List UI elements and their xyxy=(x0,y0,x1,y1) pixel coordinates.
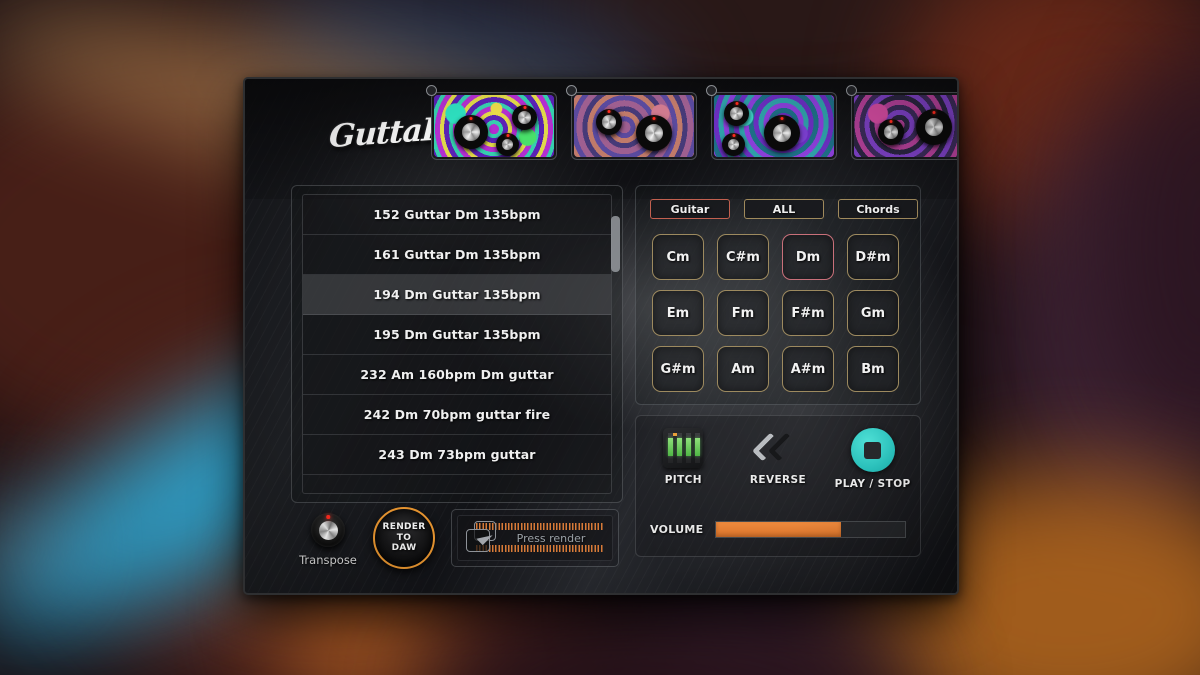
stop-square-icon xyxy=(864,441,882,459)
play-stop-icon[interactable] xyxy=(850,428,895,472)
preset-tile-3[interactable] xyxy=(706,85,837,160)
chord-button-dsharpm[interactable]: D#m xyxy=(847,234,899,280)
preset-tile-2[interactable] xyxy=(566,85,697,160)
render-line-3: DAW xyxy=(391,543,417,554)
tile-pin-icon xyxy=(846,85,857,96)
pitch-fader xyxy=(677,438,683,456)
knob-indicator-dot xyxy=(652,116,656,120)
pitch-icon[interactable] xyxy=(663,428,704,468)
tile-knob-small-1[interactable] xyxy=(512,105,537,130)
tile-knob-small-2[interactable] xyxy=(722,133,745,156)
chord-button-gsharpm[interactable]: G#m xyxy=(652,346,704,392)
chord-button-am[interactable]: Am xyxy=(717,346,769,392)
plugin-window: GuttaR 152 Guttar Dm 135bpm 161 Guttar D… xyxy=(243,77,959,595)
knob-indicator-dot xyxy=(506,134,509,138)
transport-controls: PITCH REVERSE PLAY / STOP xyxy=(636,428,920,490)
chord-button-dm[interactable]: Dm xyxy=(782,234,834,280)
list-item[interactable]: 242 Dm 70bpm guttar fire xyxy=(303,395,611,435)
preset-list-scrollbar[interactable] xyxy=(611,216,620,272)
chord-button-fsharpm[interactable]: F#m xyxy=(782,290,834,336)
tile-knob-large[interactable] xyxy=(454,115,488,149)
tile-art-pattern xyxy=(434,95,554,157)
pitch-control[interactable]: PITCH xyxy=(641,428,725,486)
pitch-fader xyxy=(668,438,674,456)
knob-indicator-dot xyxy=(607,110,611,114)
transpose-label: Transpose xyxy=(299,553,357,567)
knob-indicator-dot xyxy=(732,134,735,138)
tile-knob-small-1[interactable] xyxy=(596,109,622,135)
chord-grid: Cm C#m Dm D#m Em Fm F#m Gm G#m Am A#m Bm xyxy=(652,234,908,392)
render-to-daw-button[interactable]: RENDER TO DAW xyxy=(373,507,435,569)
preset-tile-4[interactable] xyxy=(846,85,957,160)
transpose-control[interactable]: Transpose xyxy=(293,513,363,567)
reverse-control[interactable]: REVERSE xyxy=(736,428,820,486)
knob-indicator-dot xyxy=(469,116,473,120)
drop-zone-text: Press render xyxy=(516,531,586,545)
tile-knob-large[interactable] xyxy=(636,115,672,151)
tab-chords[interactable]: Chords xyxy=(838,199,918,219)
list-item[interactable]: 195 Dm Guttar 135bpm xyxy=(303,315,611,355)
chord-button-gm[interactable]: Gm xyxy=(847,290,899,336)
transpose-knob[interactable] xyxy=(311,513,345,547)
playstop-control[interactable]: PLAY / STOP xyxy=(831,428,915,490)
list-item[interactable]: 232 Am 160bpm Dm guttar xyxy=(303,355,611,395)
list-item[interactable]: 161 Guttar Dm 135bpm xyxy=(303,235,611,275)
tile-artwork xyxy=(714,95,834,157)
tile-pin-icon xyxy=(706,85,717,96)
knob-indicator-dot xyxy=(735,102,738,106)
chord-button-asharpm[interactable]: A#m xyxy=(782,346,834,392)
volume-label: VOLUME xyxy=(650,523,704,536)
preset-tile-1[interactable] xyxy=(426,85,557,160)
volume-control: VOLUME xyxy=(650,521,906,538)
pitch-fader xyxy=(686,438,692,456)
tile-pin-icon xyxy=(426,85,437,96)
tile-knob-small-2[interactable] xyxy=(496,133,519,156)
transport-panel: PITCH REVERSE PLAY / STOP VOLUME xyxy=(635,415,921,557)
preset-list-panel: 152 Guttar Dm 135bpm 161 Guttar Dm 135bp… xyxy=(291,185,623,503)
knob-indicator-dot xyxy=(780,116,784,120)
drop-zone-inner: Press render xyxy=(457,515,613,561)
chord-button-bm[interactable]: Bm xyxy=(847,346,899,392)
pitch-fader xyxy=(695,438,701,456)
tile-art-pattern xyxy=(574,95,694,157)
knob-indicator-dot xyxy=(889,120,893,124)
list-item[interactable]: 243 Dm 73bpm guttar xyxy=(303,435,611,475)
tile-knob-large[interactable] xyxy=(764,115,800,151)
chord-button-em[interactable]: Em xyxy=(652,290,704,336)
knob-indicator-dot xyxy=(932,110,936,114)
chord-panel: Guitar ALL Chords Cm C#m Dm D#m Em Fm F#… xyxy=(635,185,921,405)
chord-button-csharpm[interactable]: C#m xyxy=(717,234,769,280)
tile-artwork xyxy=(574,95,694,157)
playstop-label: PLAY / STOP xyxy=(834,478,911,490)
render-drop-zone[interactable]: Press render xyxy=(451,509,619,567)
reverse-label: REVERSE xyxy=(749,474,807,486)
chord-button-cm[interactable]: Cm xyxy=(652,234,704,280)
tile-artwork xyxy=(434,95,554,157)
tile-knob-small-1[interactable] xyxy=(724,101,749,126)
render-line-1: RENDER xyxy=(382,522,426,533)
filter-tabs: Guitar ALL Chords xyxy=(650,199,918,219)
tab-all[interactable]: ALL xyxy=(744,199,824,219)
render-line-2: TO xyxy=(396,532,412,543)
tab-guitar[interactable]: Guitar xyxy=(650,199,730,219)
chord-button-fm[interactable]: Fm xyxy=(717,290,769,336)
volume-slider[interactable] xyxy=(715,521,906,538)
list-item[interactable]: 152 Guttar Dm 135bpm xyxy=(303,195,611,235)
tile-pin-icon xyxy=(566,85,577,96)
tile-artwork xyxy=(854,95,957,157)
app-logo-text: GuttaR xyxy=(328,110,448,156)
reverse-icon[interactable] xyxy=(751,428,800,468)
drag-export-icon xyxy=(464,521,502,555)
tile-knob-small-1[interactable] xyxy=(878,119,904,145)
pitch-label: PITCH xyxy=(664,474,702,486)
preset-list[interactable]: 152 Guttar Dm 135bpm 161 Guttar Dm 135bp… xyxy=(302,194,612,494)
knob-indicator-dot xyxy=(523,106,526,110)
plugin-header: GuttaR xyxy=(245,79,957,179)
list-item-selected[interactable]: 194 Dm Guttar 135bpm xyxy=(303,275,611,315)
knob-indicator-dot xyxy=(326,515,330,519)
tile-knob-large[interactable] xyxy=(916,109,952,145)
volume-fill xyxy=(716,522,841,537)
